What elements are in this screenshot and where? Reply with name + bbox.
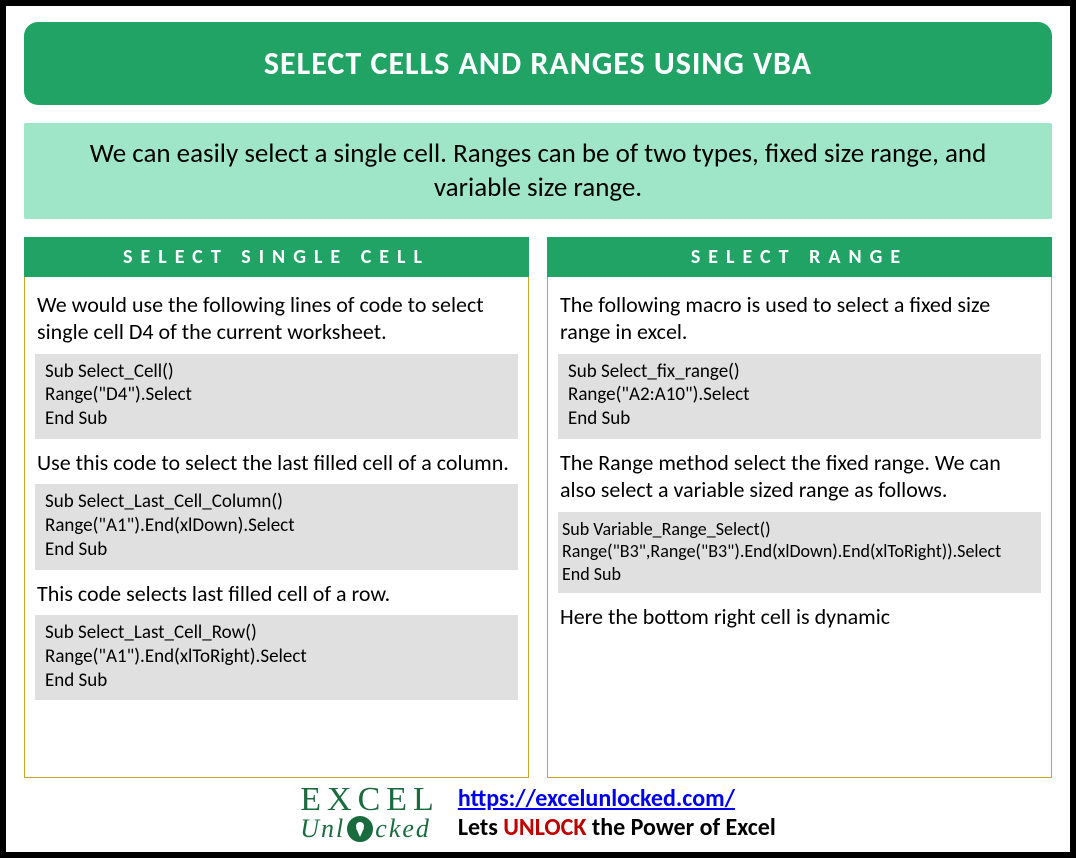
slogan-post: the Power of Excel xyxy=(586,813,775,842)
right-code-1: Sub Select_fix_range() Range("A2:A10").S… xyxy=(558,354,1041,439)
footer-row: EXCEL Unl cked https://excelunlocked.com… xyxy=(24,784,1052,842)
logo-line-1: EXCEL xyxy=(300,784,440,816)
logo-line-2: Unl cked xyxy=(300,816,440,842)
right-column-header: SELECT RANGE xyxy=(547,237,1052,277)
left-para-2: Use this code to select the last filled … xyxy=(37,449,516,477)
right-column: SELECT RANGE The following macro is used… xyxy=(547,237,1052,778)
brand-logo: EXCEL Unl cked xyxy=(300,784,440,842)
footer-slogan: Lets UNLOCK the Power of Excel xyxy=(458,813,776,842)
left-column-body: We would use the following lines of code… xyxy=(24,277,529,778)
left-para-3: This code selects last filled cell of a … xyxy=(37,580,516,608)
slogan-pre: Lets xyxy=(458,813,503,842)
right-column-body: The following macro is used to select a … xyxy=(547,277,1052,778)
left-column-header: SELECT SINGLE CELL xyxy=(24,237,529,277)
logo-line-2a: Unl xyxy=(300,817,345,842)
left-para-1: We would use the following lines of code… xyxy=(37,291,516,346)
left-column: SELECT SINGLE CELL We would use the foll… xyxy=(24,237,529,778)
footer: EXCEL Unl cked https://excelunlocked.com… xyxy=(24,784,1052,842)
right-para-3: Here the bottom right cell is dynamic xyxy=(560,603,1039,631)
columns-container: SELECT SINGLE CELL We would use the foll… xyxy=(24,237,1052,778)
right-para-2: The Range method select the fixed range.… xyxy=(560,449,1039,504)
subtitle-banner: We can easily select a single cell. Rang… xyxy=(24,123,1052,219)
right-code-2: Sub Variable_Range_Select() Range("B3",R… xyxy=(558,512,1041,594)
right-para-1: The following macro is used to select a … xyxy=(560,291,1039,346)
keyhole-icon xyxy=(347,816,373,842)
footer-texts: https://excelunlocked.com/ Lets UNLOCK t… xyxy=(458,784,776,842)
footer-link[interactable]: https://excelunlocked.com/ xyxy=(458,784,735,813)
left-code-1: Sub Select_Cell() Range("D4").Select End… xyxy=(35,354,518,439)
slogan-unlock: UNLOCK xyxy=(503,813,586,842)
page-title: SELECT CELLS AND RANGES USING VBA xyxy=(24,22,1052,105)
left-code-2: Sub Select_Last_Cell_Column() Range("A1"… xyxy=(35,484,518,569)
left-code-3: Sub Select_Last_Cell_Row() Range("A1").E… xyxy=(35,615,518,700)
logo-line-2b: cked xyxy=(375,817,431,842)
